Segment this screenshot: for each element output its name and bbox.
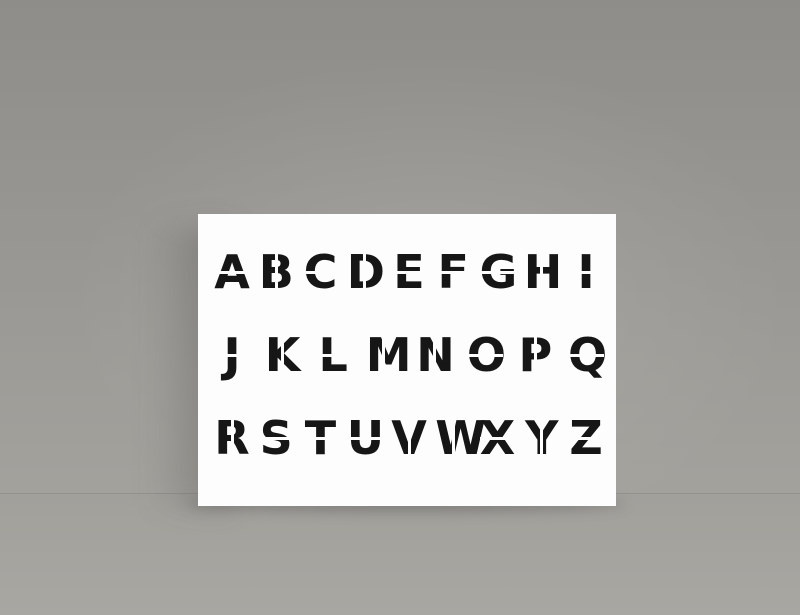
alphabet-row-1: A B C D E F G H I — [214, 248, 604, 296]
alphabet-card: A B C D E F G H I J K L M N O P Q R S T … — [198, 214, 616, 506]
letter-a: A — [214, 245, 250, 299]
letter-s: S — [258, 411, 295, 465]
letter-g: G — [479, 245, 518, 299]
letter-r: R — [214, 411, 250, 465]
letter-v: V — [391, 411, 427, 465]
alphabet-row-3: R S T U V W X Y Z — [214, 414, 604, 462]
letter-m: M — [365, 328, 412, 382]
alphabet-row-2: J K L M N O P Q — [214, 328, 608, 382]
letter-n: N — [416, 328, 455, 382]
letter-e: E — [391, 248, 427, 296]
letter-x: X — [479, 411, 516, 465]
letter-d: D — [346, 245, 385, 299]
letter-k: K — [264, 328, 301, 382]
letter-u: U — [346, 411, 385, 465]
letter-b: B — [258, 245, 294, 299]
letter-o: O — [466, 328, 506, 382]
letter-c: C — [302, 245, 339, 299]
letter-y: Y — [525, 411, 559, 465]
letter-q: Q — [567, 328, 608, 382]
letter-f: F — [435, 248, 472, 296]
letter-w: W — [435, 411, 486, 465]
letter-p: P — [518, 328, 553, 382]
letter-i: I — [568, 248, 604, 296]
letter-j: J — [214, 331, 250, 379]
letter-h: H — [523, 245, 563, 299]
letter-l: L — [315, 331, 352, 379]
letter-t: T — [302, 414, 339, 462]
letter-z: Z — [568, 411, 604, 465]
